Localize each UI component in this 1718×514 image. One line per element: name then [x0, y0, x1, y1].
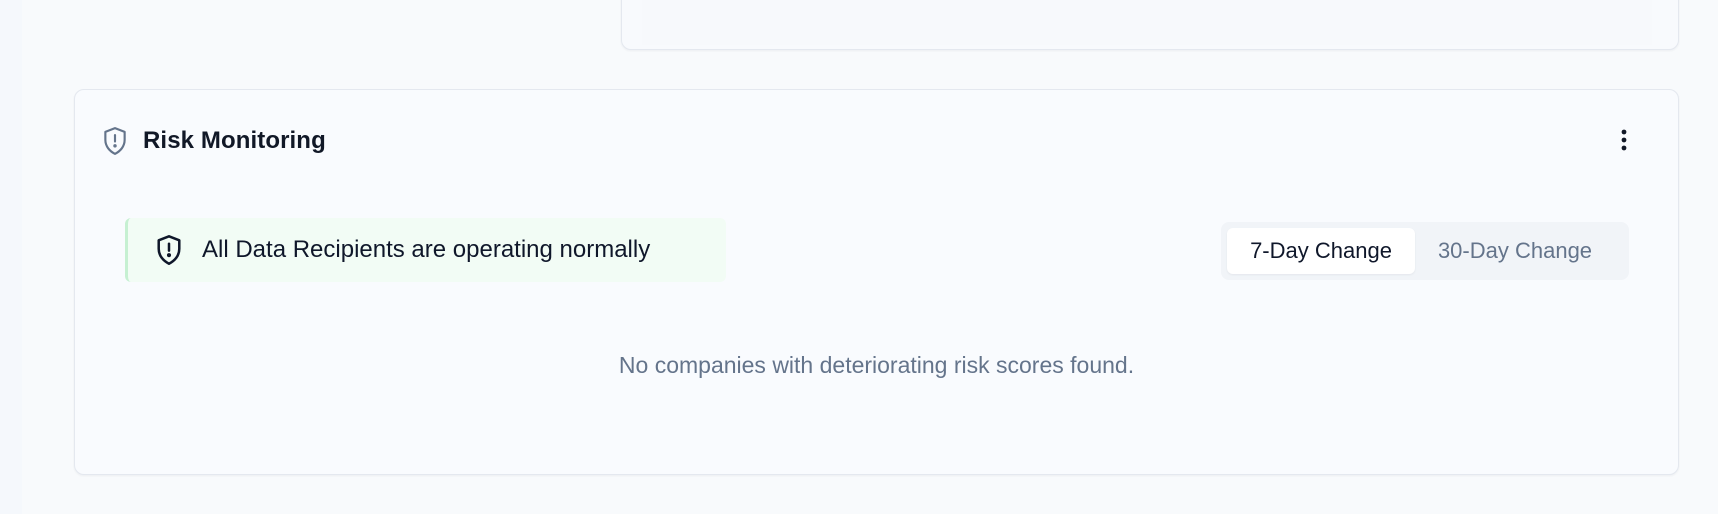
- more-options-button[interactable]: [1614, 128, 1634, 156]
- period-toggle: 7-Day Change 30-Day Change: [1221, 222, 1629, 280]
- tab-7-day-change[interactable]: 7-Day Change: [1227, 228, 1415, 274]
- more-vertical-icon: [1621, 129, 1627, 156]
- status-banner-text: All Data Recipients are operating normal…: [202, 236, 651, 263]
- shield-alert-icon: [101, 126, 129, 156]
- previous-card-content: [642, 0, 1652, 45]
- card-header: Risk Monitoring: [101, 126, 326, 156]
- empty-state-message: No companies with deteriorating risk sco…: [618, 352, 1135, 378]
- risk-monitoring-card: Risk Monitoring All Data Recipients are …: [74, 89, 1679, 475]
- card-title: Risk Monitoring: [143, 127, 326, 154]
- left-gutter: [0, 0, 22, 514]
- status-banner: All Data Recipients are operating normal…: [125, 218, 726, 282]
- tab-30-day-change[interactable]: 30-Day Change: [1415, 228, 1615, 274]
- shield-alert-icon: [154, 234, 184, 266]
- previous-card: [621, 0, 1679, 50]
- page: Risk Monitoring All Data Recipients are …: [0, 0, 1718, 514]
